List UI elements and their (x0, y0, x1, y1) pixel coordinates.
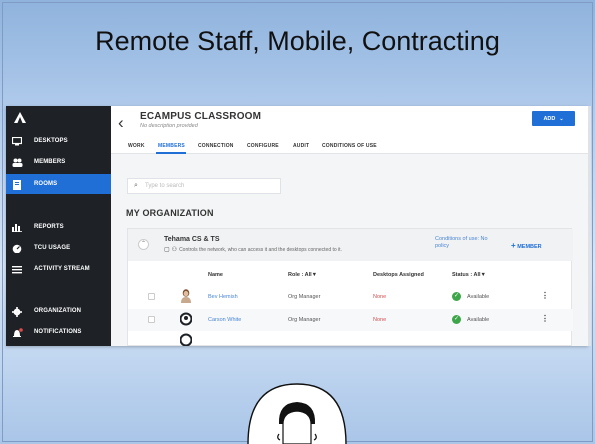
column-header-status-label: Status : All (452, 272, 481, 278)
sidebar-item-label: MEMBERS (34, 159, 66, 165)
sidebar-item-notifications[interactable]: NOTIFICATIONS (6, 322, 111, 342)
people-icon (12, 158, 23, 167)
sidebar-item-desktops[interactable]: DESKTOPS (6, 131, 111, 151)
logo-icon (14, 112, 26, 123)
member-name[interactable]: Bev Hemish (208, 294, 238, 300)
room-title: ECAMPUS CLASSROOM (140, 111, 262, 122)
row-checkbox[interactable] (148, 316, 155, 323)
member-status: Available (467, 317, 490, 323)
avatar (181, 289, 191, 303)
plus-icon: + (511, 241, 516, 250)
table-row[interactable]: Bev Hemish Org Manager None ✓ Available … (128, 286, 573, 308)
active-tab-indicator (156, 152, 186, 154)
sidebar-item-label: ACTIVITY STREAM (34, 266, 90, 272)
column-header-name[interactable]: Name (208, 272, 223, 278)
collapse-chevron-icon[interactable]: ⌃ (138, 239, 149, 250)
check-circle-icon: ✓ (452, 315, 461, 324)
back-chevron-icon[interactable]: ‹ (118, 114, 124, 131)
search-placeholder: Type to search (145, 183, 185, 189)
bar-chart-icon (12, 223, 22, 232)
gear-icon (12, 306, 22, 317)
person-illustration (247, 383, 347, 444)
section-title: MY ORGANIZATION (126, 208, 214, 218)
column-header-status[interactable]: Status : All▼ (452, 272, 486, 278)
member-role: Org Manager (288, 317, 321, 323)
team-panel: ⌃ Tehama CS & TS ▢ ⚇ Controls the network,… (127, 228, 573, 346)
tab-configure[interactable]: CONFIGURE (247, 143, 279, 149)
member-name[interactable]: Carson White (208, 317, 241, 323)
bell-icon (12, 327, 23, 337)
sidebar-item-rooms[interactable]: ROOMS (6, 174, 111, 194)
tab-bar: WORK MEMBERS CONNECTION CONFIGURE AUDIT … (111, 138, 588, 154)
sidebar-item-tcu-usage[interactable]: TCU USAGE (6, 238, 111, 258)
column-header-desktops[interactable]: Desktops Assigned (373, 272, 424, 278)
member-desktops: None (373, 294, 387, 300)
tab-work[interactable]: WORK (128, 143, 145, 149)
sidebar-item-label: ORGANIZATION (34, 308, 82, 314)
team-description: ▢ ⚇ Controls the network, who can access i… (164, 246, 342, 253)
tab-audit[interactable]: AUDIT (293, 143, 309, 149)
more-options-icon[interactable]: ⋮ (541, 291, 549, 300)
table-row[interactable]: Carson White Org Manager None ✓ Availabl… (128, 309, 573, 331)
slide-title: Remote Staff, Mobile, Contracting (95, 26, 500, 56)
column-header-role[interactable]: Role : All▼ (288, 272, 317, 278)
member-desktops: None (373, 317, 387, 323)
sidebar-item-label: ROOMS (34, 181, 58, 187)
app-screenshot: DESKTOPS MEMBERS ROOMS REPORTS TCU USAGE… (6, 106, 588, 346)
avatar (180, 333, 192, 346)
add-member-label: MEMBER (517, 244, 542, 250)
main-content: ‹ ECAMPUS CLASSROOM No description provi… (111, 106, 588, 346)
room-header: ‹ ECAMPUS CLASSROOM No description provi… (111, 106, 588, 138)
room-subtitle: No description provided (140, 123, 198, 129)
row-checkbox[interactable] (148, 293, 155, 300)
check-circle-icon: ✓ (452, 292, 461, 301)
team-header: ⌃ Tehama CS & TS ▢ ⚇ Controls the network,… (128, 229, 573, 261)
sidebar-item-label: REPORTS (34, 224, 64, 230)
book-icon (12, 179, 22, 190)
tab-connection[interactable]: CONNECTION (198, 143, 234, 149)
column-header-role-label: Role : All (288, 272, 312, 278)
sidebar: DESKTOPS MEMBERS ROOMS REPORTS TCU USAGE… (6, 106, 111, 346)
scrollbar[interactable] (588, 106, 591, 346)
conditions-link[interactable]: Conditions of use: No policy (435, 236, 495, 250)
list-icon (12, 265, 22, 274)
sidebar-item-members[interactable]: MEMBERS (6, 152, 111, 172)
add-button-label: ADD (543, 115, 556, 122)
chevron-down-icon: ⌄ (559, 115, 564, 122)
search-input[interactable]: ⌕ Type to search (127, 178, 281, 194)
member-role: Org Manager (288, 294, 321, 300)
filter-icon: ▼ (480, 272, 486, 278)
sidebar-item-label: TCU USAGE (34, 245, 71, 251)
add-member-button[interactable]: + MEMBER (511, 241, 542, 250)
search-icon: ⌕ (134, 182, 138, 189)
sidebar-item-organization[interactable]: ORGANIZATION (6, 301, 111, 321)
people-icon: ⚇ (171, 247, 178, 253)
filter-icon: ▼ (311, 272, 318, 278)
team-name: Tehama CS & TS (164, 236, 220, 243)
team-description-text: Controls the network, who can access it … (179, 247, 342, 253)
sidebar-item-label: NOTIFICATIONS (34, 329, 82, 335)
sidebar-item-label: DESKTOPS (34, 138, 68, 144)
sidebar-item-activity-stream[interactable]: ACTIVITY STREAM (6, 259, 111, 279)
network-icon: ▢ (164, 247, 170, 253)
tab-conditions-of-use[interactable]: CONDITIONS OF USE (322, 143, 377, 149)
add-button[interactable]: ADD ⌄ (532, 111, 575, 126)
sidebar-item-reports[interactable]: REPORTS (6, 217, 111, 237)
monitor-icon (11, 136, 23, 146)
avatar (180, 312, 192, 326)
member-status: Available (467, 294, 490, 300)
tab-members[interactable]: MEMBERS (158, 143, 185, 149)
gauge-icon (12, 244, 22, 253)
more-options-icon[interactable]: ⋮ (541, 314, 549, 323)
